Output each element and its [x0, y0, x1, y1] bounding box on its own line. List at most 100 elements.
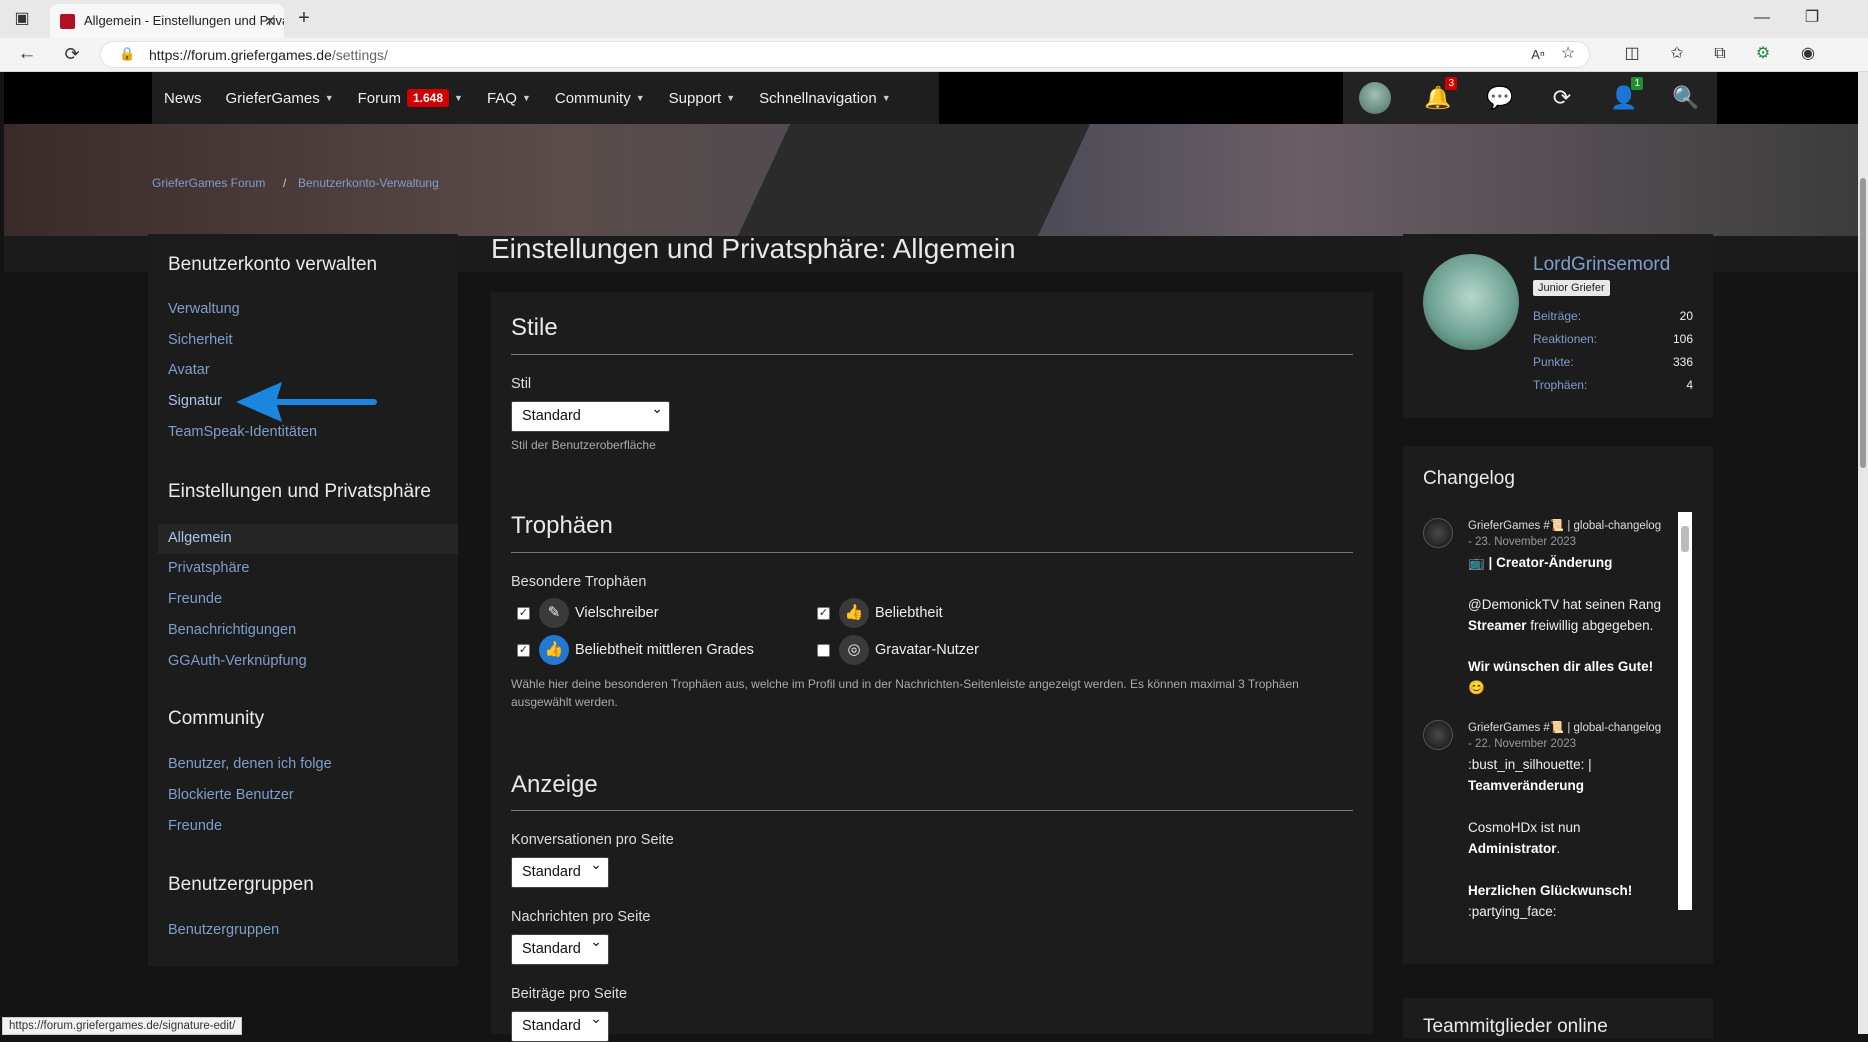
- sidebar-item-groups[interactable]: Benutzergruppen: [168, 922, 279, 938]
- nav-forum[interactable]: Forum 1.648 ▼: [346, 72, 475, 124]
- notification-badge: 3: [1445, 77, 1457, 90]
- sidebar-item-sicherheit[interactable]: Sicherheit: [168, 332, 232, 348]
- entry-text: Administrator.: [1468, 841, 1561, 856]
- divider: [511, 552, 1353, 553]
- sidebar-item-friends[interactable]: Freunde: [168, 818, 222, 834]
- msg-per-page-select[interactable]: Standard: [511, 933, 609, 965]
- profile-avatar[interactable]: [1423, 254, 1519, 350]
- entry-date: - 23. November 2023: [1468, 536, 1577, 548]
- profile-icon[interactable]: ◉: [1796, 44, 1820, 64]
- changelog-title: Changelog: [1423, 468, 1515, 489]
- trophy-checkbox-beliebtheit-mittel[interactable]: ✓: [517, 644, 530, 657]
- sidebar-heading-community: Community: [168, 708, 265, 729]
- new-tab-icon[interactable]: +: [292, 8, 316, 28]
- changelog-scrollbar[interactable]: [1678, 512, 1692, 910]
- nav-community[interactable]: Community ▼: [543, 72, 657, 124]
- sidebar-item-teamspeak[interactable]: TeamSpeak-Identitäten: [168, 424, 317, 440]
- browser-tab[interactable]: Allgemein - Einstellungen und Privatsphä…: [50, 4, 284, 38]
- address-bar[interactable]: 🔒 https://forum.griefergames.de/settings…: [100, 41, 1590, 68]
- tab-title: Allgemein - Einstellungen und Privatsphä…: [84, 13, 284, 28]
- annotation-arrow: [236, 382, 377, 422]
- smile-emoji: 😊: [1468, 680, 1485, 695]
- close-tab-icon[interactable]: ✕: [264, 4, 276, 38]
- favicon-icon: [60, 14, 75, 29]
- reload-icon[interactable]: ⟳: [60, 44, 84, 64]
- sidebar-item-allgemein[interactable]: Allgemein: [168, 530, 232, 546]
- split-screen-icon[interactable]: ◫: [1620, 44, 1644, 64]
- favorite-star-icon[interactable]: ☆: [1556, 44, 1580, 64]
- profile-name[interactable]: LordGrinsemord: [1533, 254, 1670, 276]
- style-select[interactable]: Standard: [511, 400, 670, 432]
- stat-row: Reaktionen: 106: [1533, 332, 1693, 346]
- team-online-title: Teammitglieder online: [1423, 1016, 1608, 1037]
- sidebar-item-avatar[interactable]: Avatar: [168, 362, 210, 378]
- breadcrumb-home[interactable]: GrieferGames Forum: [152, 176, 265, 190]
- sidebar-heading-settings: Einstellungen und Privatsphäre: [168, 481, 432, 502]
- section-title-stile: Stile: [511, 314, 558, 341]
- entry-source: GrieferGames #📜 | global-changelog: [1468, 722, 1662, 734]
- minimize-icon[interactable]: —: [1750, 8, 1774, 28]
- tab-actions-icon[interactable]: ▣: [10, 9, 34, 29]
- restore-icon[interactable]: ❐: [1800, 8, 1824, 28]
- entry-text: Herzlichen Glückwunsch!: [1468, 883, 1633, 898]
- sidebar-heading-account: Benutzerkonto verwalten: [168, 254, 378, 275]
- favorites-icon[interactable]: ✩: [1665, 44, 1689, 64]
- trophy-name: Beliebtheit: [875, 605, 943, 621]
- nav-news[interactable]: News: [152, 72, 214, 124]
- thumbs-up-icon: 👍: [539, 635, 569, 665]
- conv-per-page-select[interactable]: Standard: [511, 856, 609, 888]
- trophy-checkbox-beliebtheit[interactable]: ✓: [817, 607, 830, 620]
- gravatar-icon: ◎: [839, 635, 869, 665]
- conv-per-page-label: Konversationen pro Seite: [511, 832, 674, 848]
- sidebar-item-following[interactable]: Benutzer, denen ich folge: [168, 756, 332, 772]
- avatar[interactable]: [1423, 720, 1453, 750]
- sidebar-item-blocked[interactable]: Blockierte Benutzer: [168, 787, 294, 803]
- breadcrumb-current[interactable]: Benutzerkonto-Verwaltung: [298, 176, 439, 190]
- back-icon[interactable]: ←: [15, 44, 39, 64]
- msg-per-page-label: Nachrichten pro Seite: [511, 909, 651, 925]
- search-icon[interactable]: 🔍: [1671, 83, 1701, 113]
- user-requests-icon[interactable]: 👤 1: [1609, 77, 1643, 113]
- stat-row: Beiträge: 20: [1533, 309, 1693, 323]
- bell-icon[interactable]: 🔔 3: [1423, 77, 1457, 113]
- sidebar-item-freunde[interactable]: Freunde: [168, 591, 222, 607]
- user-avatar[interactable]: [1359, 82, 1391, 114]
- nav-schnellnavigation[interactable]: Schnellnavigation ▼: [747, 72, 903, 124]
- style-hint: Stil der Benutzeroberfläche: [511, 438, 656, 452]
- divider: [511, 810, 1353, 811]
- posts-per-page-select[interactable]: Standard: [511, 1010, 609, 1042]
- sidebar-item-privatsphaere[interactable]: Privatsphäre: [168, 560, 249, 576]
- forum-unread-badge: 1.648: [406, 89, 450, 107]
- page-title: Einstellungen und Privatsphäre: Allgemei…: [491, 233, 1016, 264]
- page-scrollbar[interactable]: [1858, 72, 1868, 1034]
- chevron-down-icon: ▼: [521, 93, 531, 103]
- entry-text: :bust_in_silhouette: |: [1468, 757, 1592, 772]
- sidebar-item-ggauth[interactable]: GGAuth-Verknüpfung: [168, 653, 307, 669]
- conversations-icon[interactable]: 💬: [1485, 83, 1515, 113]
- extension-icon[interactable]: ⚙: [1751, 44, 1775, 64]
- trophy-checkbox-gravatar[interactable]: [817, 644, 830, 657]
- sidebar-item-verwaltung[interactable]: Verwaltung: [168, 301, 240, 317]
- collections-icon[interactable]: ⧉: [1708, 44, 1732, 64]
- entry-title: Teamveränderung: [1468, 778, 1585, 793]
- trophy-checkbox-vielschreiber[interactable]: ✓: [517, 607, 530, 620]
- trophy-name: Gravatar-Nutzer: [875, 642, 979, 658]
- rank-badge: Junior Griefer: [1533, 280, 1610, 296]
- changelog-feed[interactable]: GrieferGames #📜 | global-changelog - 23.…: [1423, 512, 1697, 956]
- stat-row: Punkte: 336: [1533, 355, 1693, 369]
- refresh-icon[interactable]: ⟳: [1547, 83, 1577, 113]
- section-title-trophaeen: Trophäen: [511, 512, 613, 539]
- nav-griefergames[interactable]: GrieferGames ▼: [214, 72, 346, 124]
- sidebar-item-signatur[interactable]: Signatur: [168, 393, 222, 409]
- nav-support[interactable]: Support ▼: [657, 72, 747, 124]
- chevron-down-icon: ▼: [635, 93, 645, 103]
- section-title-anzeige: Anzeige: [511, 771, 598, 798]
- main-menu: News GrieferGames ▼ Forum 1.648 ▼ FAQ ▼ Comm…: [152, 72, 939, 124]
- chevron-down-icon: ▼: [454, 93, 463, 103]
- account-sidebar: Benutzerkonto verwalten Verwaltung Siche…: [148, 234, 458, 966]
- read-aloud-icon[interactable]: Aⁿ: [1526, 45, 1550, 65]
- url-text: https://forum.griefergames.de/settings/: [149, 47, 388, 63]
- avatar[interactable]: [1423, 518, 1453, 548]
- sidebar-item-benachrichtigungen[interactable]: Benachrichtigungen: [168, 622, 296, 638]
- nav-faq[interactable]: FAQ ▼: [475, 72, 543, 124]
